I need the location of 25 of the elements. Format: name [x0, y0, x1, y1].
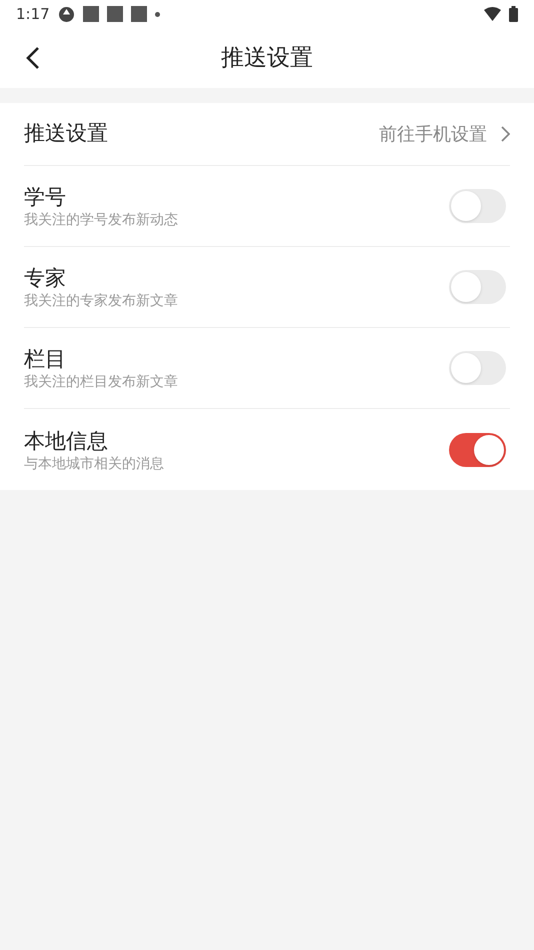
notification-icon — [106, 6, 123, 22]
toggle-switch[interactable] — [449, 270, 506, 304]
setting-title: 本地信息 — [24, 428, 109, 454]
toggle-switch[interactable] — [449, 432, 506, 466]
setting-description: 我关注的专家发布新文章 — [24, 292, 179, 310]
phone-settings-row[interactable]: 推送设置 前往手机设置 — [24, 103, 510, 166]
setting-title: 学号 — [24, 184, 67, 211]
setting-title: 专家 — [24, 265, 67, 292]
page-title: 推送设置 — [221, 44, 313, 73]
chevron-right-icon — [501, 126, 510, 142]
setting-description: 我关注的栏目发布新文章 — [24, 373, 179, 391]
setting-description: 我关注的学号发布新动态 — [24, 211, 179, 229]
notification-icon — [130, 6, 147, 22]
setting-description: 与本地城市相关的消息 — [24, 454, 165, 472]
toggle-switch[interactable] — [449, 189, 506, 223]
toggle-switch[interactable] — [449, 351, 506, 385]
wifi-icon — [484, 7, 501, 21]
setting-title: 栏目 — [24, 346, 67, 373]
row-value: 前往手机设置 — [379, 122, 487, 146]
app-icon — [58, 6, 75, 22]
notification-icon — [82, 6, 99, 22]
back-icon[interactable] — [26, 46, 40, 70]
status-time: 1:17 — [16, 4, 50, 25]
battery-icon — [509, 6, 518, 22]
row-title: 推送设置 — [24, 120, 108, 148]
